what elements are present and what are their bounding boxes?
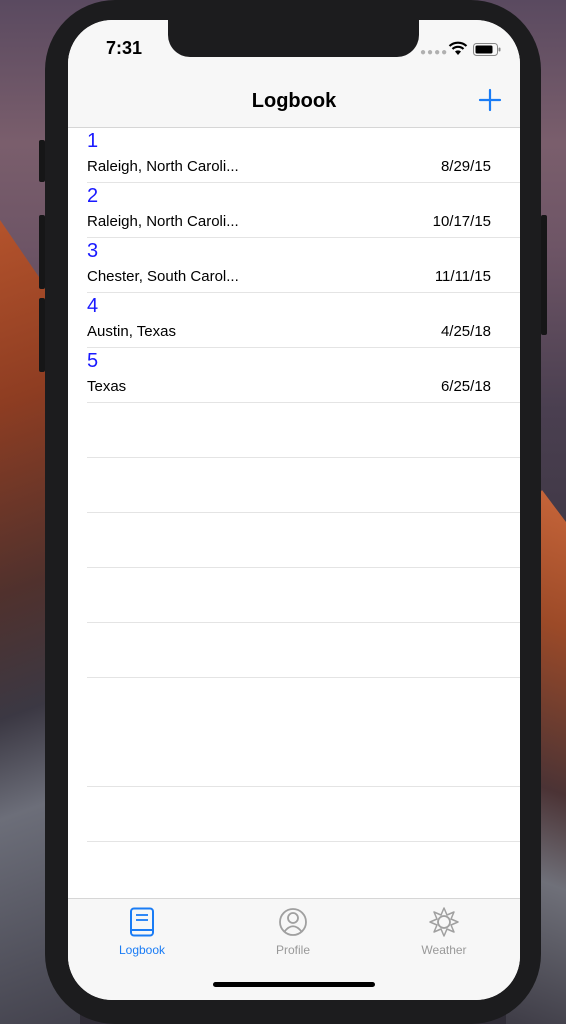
empty-row — [87, 568, 520, 623]
sun-icon — [429, 907, 459, 937]
entry-location: Austin, Texas — [87, 323, 176, 340]
book-icon — [130, 907, 154, 937]
entry-number: 2 — [87, 185, 99, 207]
add-entry-button[interactable] — [478, 88, 502, 112]
home-indicator[interactable] — [213, 982, 375, 987]
navigation-bar: Logbook — [68, 78, 520, 128]
empty-row — [87, 513, 520, 568]
power-button — [541, 215, 547, 335]
entry-number: 3 — [87, 240, 99, 262]
entry-date: 8/29/15 — [440, 158, 491, 175]
logbook-entry-row[interactable]: 1 Raleigh, North Caroli... 8/29/15 — [87, 128, 520, 183]
empty-row — [87, 403, 520, 458]
page-title: Logbook — [251, 90, 337, 112]
entry-date: 11/11/15 — [434, 268, 491, 285]
tab-label: Weather — [421, 943, 467, 957]
entry-number: 4 — [87, 295, 99, 317]
tab-logbook[interactable]: Logbook — [82, 907, 202, 957]
device-notch — [168, 20, 419, 57]
logbook-entry-row[interactable]: 3 Chester, South Carol... 11/11/15 — [87, 238, 520, 293]
entry-location: Chester, South Carol... — [87, 268, 239, 285]
empty-row — [87, 678, 520, 787]
mute-switch — [39, 140, 45, 182]
status-time: 7:31 — [106, 38, 143, 58]
volume-up-button — [39, 215, 45, 289]
entry-location: Raleigh, North Caroli... — [87, 213, 239, 230]
tab-label: Profile — [275, 943, 310, 957]
entry-date: 10/17/15 — [432, 213, 491, 230]
entry-number: 1 — [87, 130, 99, 152]
logbook-entry-row[interactable]: 4 Austin, Texas 4/25/18 — [87, 293, 520, 348]
battery-icon — [473, 43, 501, 56]
person-icon — [279, 908, 307, 936]
empty-row — [87, 623, 520, 678]
empty-row — [87, 458, 520, 513]
logbook-entry-row[interactable]: 5 Texas 6/25/18 — [87, 348, 520, 403]
entry-location: Raleigh, North Caroli... — [87, 158, 239, 175]
entry-date: 6/25/18 — [440, 378, 491, 395]
app-screen: 7:31 ●●●● Logbook 1 Raleigh, North Carol… — [68, 20, 520, 1000]
tab-profile[interactable]: Profile — [233, 907, 353, 957]
logbook-list: 1 Raleigh, North Caroli... 8/29/15 2 Ral… — [68, 128, 520, 842]
empty-row — [87, 787, 520, 842]
tab-label: Logbook — [118, 943, 166, 957]
cellular-signal-icon: ●●●● — [420, 47, 449, 58]
logbook-entry-row[interactable]: 2 Raleigh, North Caroli... 10/17/15 — [87, 183, 520, 238]
volume-down-button — [39, 298, 45, 372]
entry-date: 4/25/18 — [440, 323, 491, 340]
wifi-icon — [448, 41, 468, 55]
entry-location: Texas — [87, 378, 127, 395]
entry-number: 5 — [87, 350, 99, 372]
tab-weather[interactable]: Weather — [384, 907, 504, 957]
